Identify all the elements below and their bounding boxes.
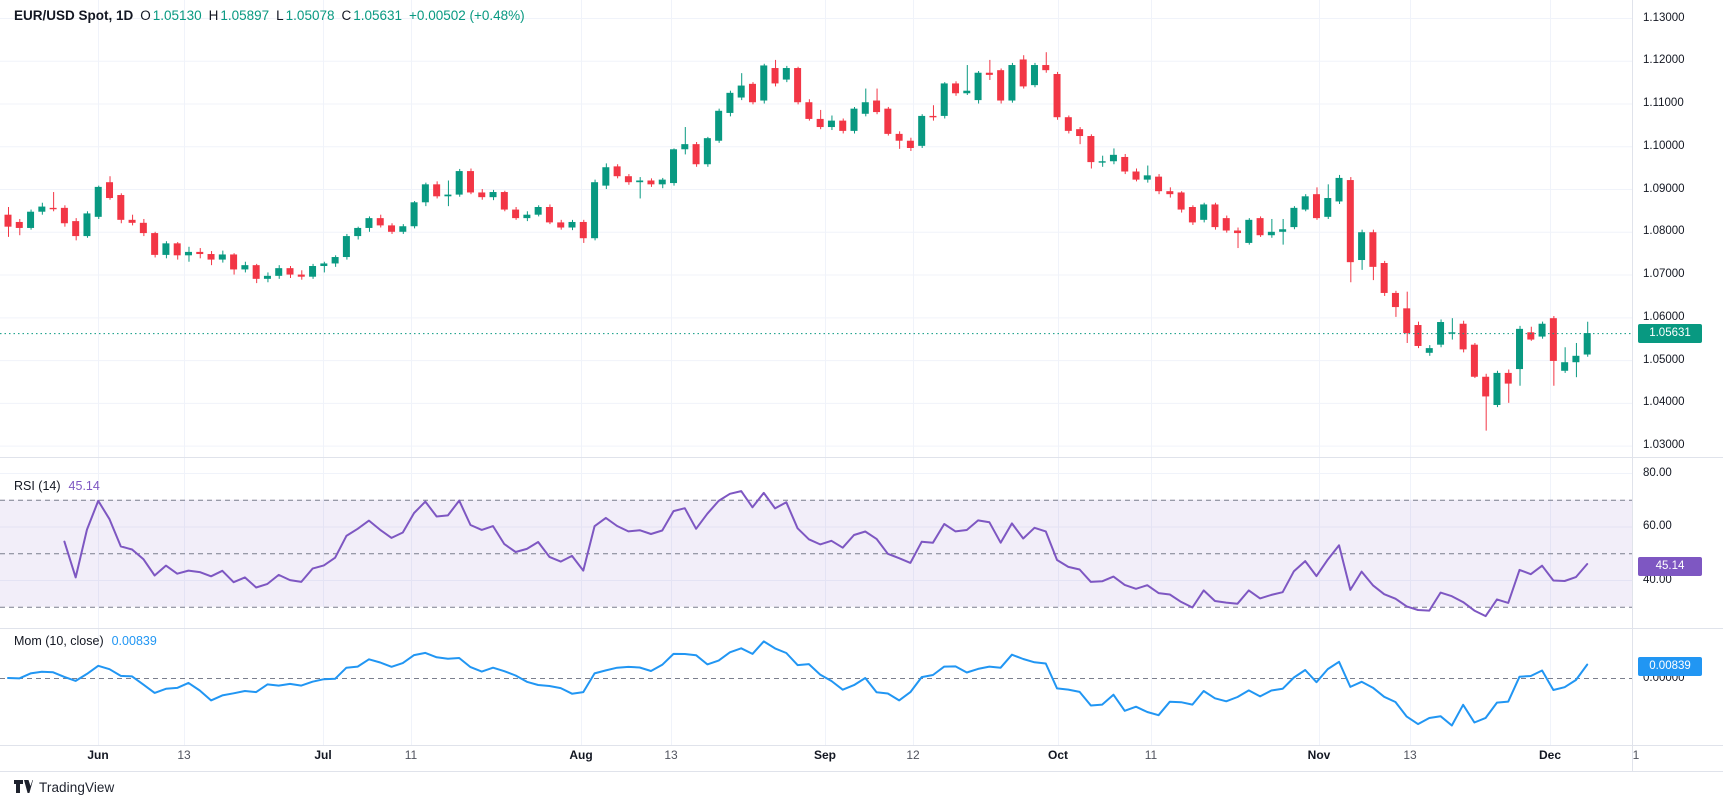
symbol-title[interactable]: EUR/USD Spot, 1D bbox=[14, 8, 133, 23]
price-axis-label: 1.11000 bbox=[1643, 97, 1684, 110]
low-value: 1.05078 bbox=[286, 8, 335, 23]
high-value: 1.05897 bbox=[220, 8, 269, 23]
tradingview-logo-text: TradingView bbox=[39, 780, 114, 795]
time-axis-label: 11 bbox=[405, 748, 417, 762]
time-axis-label: Aug bbox=[569, 748, 592, 762]
close-label: C bbox=[341, 8, 351, 23]
price-axis-label: 1.13000 bbox=[1643, 12, 1685, 25]
close-value: 1.05631 bbox=[353, 8, 402, 23]
time-axis-label: 13 bbox=[177, 748, 190, 762]
time-axis-label: Oct bbox=[1048, 748, 1068, 762]
tradingview-logo-icon bbox=[14, 779, 33, 795]
rsi-axis-label: 60.00 bbox=[1643, 520, 1672, 533]
time-axis-label: Jul bbox=[314, 748, 331, 762]
time-axis-label: 12 bbox=[906, 748, 919, 762]
time-axis-label: 1 bbox=[1633, 748, 1640, 762]
rsi-legend[interactable]: RSI (14) 45.14 bbox=[14, 479, 100, 493]
price-axis-label: 1.05000 bbox=[1643, 354, 1685, 367]
rsi-value-badge: 45.14 bbox=[1638, 557, 1702, 576]
price-axis-label: 1.03000 bbox=[1643, 439, 1685, 452]
price-axis-label: 1.09000 bbox=[1643, 183, 1685, 196]
price-axis-label: 1.04000 bbox=[1643, 396, 1685, 409]
price-axis-label: 1.06000 bbox=[1643, 311, 1685, 324]
mom-value: 0.00839 bbox=[112, 634, 157, 648]
open-value: 1.05130 bbox=[153, 8, 202, 23]
time-axis-label: Jun bbox=[87, 748, 108, 762]
change-value: +0.00502 (+0.48%) bbox=[409, 8, 525, 23]
time-axis-label: Dec bbox=[1539, 748, 1561, 762]
time-axis-label: Nov bbox=[1308, 748, 1331, 762]
high-label: H bbox=[209, 8, 219, 23]
open-label: O bbox=[140, 8, 151, 23]
price-axis-label: 1.07000 bbox=[1643, 268, 1685, 281]
price-axis-label: 1.08000 bbox=[1643, 225, 1685, 238]
mom-label[interactable]: Mom (10, close) bbox=[14, 634, 104, 648]
price-axis-label: 1.12000 bbox=[1643, 54, 1685, 67]
time-axis-label: 11 bbox=[1145, 748, 1157, 762]
rsi-axis-label: 80.00 bbox=[1643, 467, 1672, 480]
mom-value-badge: 0.00839 bbox=[1638, 657, 1702, 676]
low-label: L bbox=[276, 8, 284, 23]
current-price-badge: 1.05631 bbox=[1638, 324, 1702, 343]
price-axis-label: 1.10000 bbox=[1643, 140, 1685, 153]
time-axis-label: 13 bbox=[664, 748, 677, 762]
chart-canvas[interactable] bbox=[0, 0, 1723, 803]
time-axis-label: Sep bbox=[814, 748, 836, 762]
time-axis-label: 13 bbox=[1403, 748, 1416, 762]
chart-root: EUR/USD Spot, 1D O1.05130 H1.05897 L1.05… bbox=[0, 0, 1723, 803]
rsi-label[interactable]: RSI (14) bbox=[14, 479, 61, 493]
symbol-header[interactable]: EUR/USD Spot, 1D O1.05130 H1.05897 L1.05… bbox=[14, 8, 525, 23]
tradingview-chart-page: { "header": { "symbol": "EUR/USD Spot, 1… bbox=[0, 0, 1723, 803]
mom-legend[interactable]: Mom (10, close) 0.00839 bbox=[14, 634, 157, 648]
tradingview-logo[interactable]: TradingView bbox=[14, 779, 114, 795]
rsi-value: 45.14 bbox=[69, 479, 100, 493]
